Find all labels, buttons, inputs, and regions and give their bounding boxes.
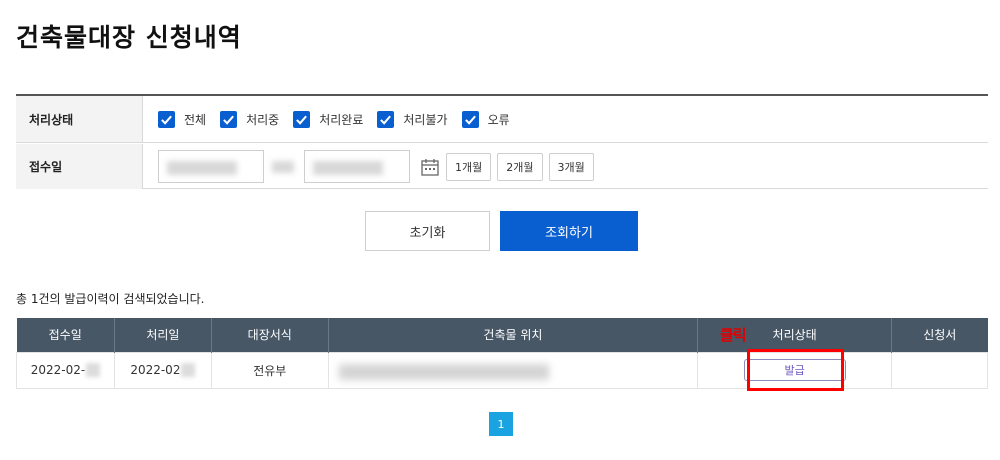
status-checkbox-error[interactable]: 오류 xyxy=(461,110,510,128)
column-header: 처리일 xyxy=(113,318,212,352)
processed-date: 2022-02 xyxy=(130,363,181,377)
status-checkbox-unavailable[interactable]: 처리불가 xyxy=(377,110,448,128)
date-filter-row: 접수일 1개월 2개월 3개월 xyxy=(16,144,988,189)
checkbox-label: 처리중 xyxy=(246,112,280,127)
column-header: 신청서 xyxy=(891,318,988,352)
redacted-value xyxy=(86,363,101,377)
redacted-value xyxy=(167,161,237,175)
building-location-cell xyxy=(327,351,699,389)
status-checkbox-completed[interactable]: 처리완료 xyxy=(293,110,364,128)
application-cell xyxy=(891,351,988,389)
checkbox-checked-icon xyxy=(293,110,311,128)
calendar-icon[interactable] xyxy=(420,157,440,177)
reset-button[interactable]: 초기화 xyxy=(365,211,490,251)
start-date-input[interactable] xyxy=(158,150,264,183)
column-header: 대장서식 xyxy=(210,318,329,352)
period-3-month-button[interactable]: 3개월 xyxy=(548,152,594,181)
period-1-month-button[interactable]: 1개월 xyxy=(446,152,492,181)
redacted-value xyxy=(272,161,294,173)
checkbox-checked-icon xyxy=(377,110,395,128)
pagination-page-1[interactable]: 1 xyxy=(489,412,513,436)
checkbox-label: 전체 xyxy=(184,112,207,127)
status-checkbox-processing[interactable]: 처리중 xyxy=(220,110,280,128)
status-filter-row: 처리상태 전체 처리중 처리완료 처리불가 오류 xyxy=(16,96,988,143)
checkbox-label: 처리불가 xyxy=(403,112,448,127)
end-date-input[interactable] xyxy=(304,150,410,183)
checkbox-checked-icon xyxy=(158,110,175,128)
date-filter-label: 접수일 xyxy=(16,144,143,189)
search-button[interactable]: 조회하기 xyxy=(500,211,638,251)
date-range-separator xyxy=(264,150,304,183)
redacted-value xyxy=(313,161,383,175)
checkbox-checked-icon xyxy=(461,110,479,128)
click-highlight-box xyxy=(747,349,844,391)
status-filter-label: 처리상태 xyxy=(16,96,143,142)
table-header-row: 접수일 처리일 대장서식 건축물 위치 처리상태 신청서 xyxy=(16,318,988,352)
checkbox-checked-icon xyxy=(220,110,238,128)
click-annotation-label: 클릭 xyxy=(720,326,747,344)
processed-date-cell: 2022-02 xyxy=(113,351,212,389)
form-type-cell: 전유부 xyxy=(210,351,329,389)
redacted-value xyxy=(338,363,549,380)
received-date: 2022-02- xyxy=(30,363,86,377)
redacted-value xyxy=(181,363,196,377)
checkbox-label: 처리완료 xyxy=(319,112,364,127)
result-summary: 총 1건의 발급이력이 검색되었습니다. xyxy=(16,292,205,306)
page-title: 건축물대장 신청내역 xyxy=(16,23,242,52)
column-header: 건축물 위치 xyxy=(327,318,698,352)
search-filter-panel: 처리상태 전체 처리중 처리완료 처리불가 오류 접수일 1개월 2개월 3개월 xyxy=(16,94,988,189)
column-header: 접수일 xyxy=(16,318,115,352)
status-checkbox-all[interactable]: 전체 xyxy=(158,110,207,128)
period-2-month-button[interactable]: 2개월 xyxy=(497,152,543,181)
checkbox-label: 오류 xyxy=(487,112,510,127)
received-date-cell: 2022-02- xyxy=(16,351,115,389)
